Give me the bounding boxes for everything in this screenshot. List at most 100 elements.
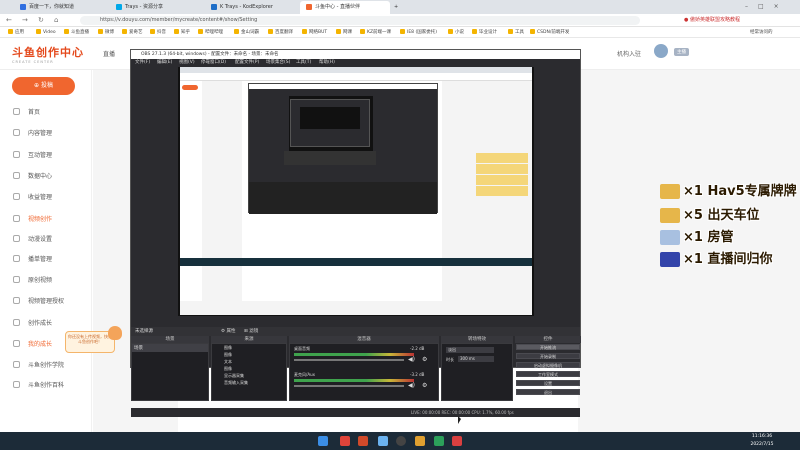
bookmark-fanyi[interactable]: 百度翻译 — [268, 27, 293, 38]
mixer-volume-slider[interactable] — [294, 359, 404, 361]
bookmark-weibo[interactable]: 微博 — [98, 27, 114, 38]
duration-label: 时长 — [446, 357, 454, 362]
sidebar-item[interactable]: 内容管理 — [28, 128, 52, 137]
new-tab-button[interactable]: + — [394, 1, 406, 14]
bookmark-douyu[interactable]: 斗鱼直播 — [64, 27, 89, 38]
logo-subtext: CREATE CENTER — [12, 60, 54, 64]
bookmark-novel[interactable]: 小说 — [448, 27, 464, 38]
app-icon[interactable] — [434, 436, 444, 446]
bookmark-bilibili[interactable]: 哔哩哔哩 — [198, 27, 223, 38]
app-icon[interactable] — [358, 436, 368, 446]
transition-select[interactable]: 淡出 — [446, 347, 494, 353]
folder-icon — [268, 29, 273, 34]
browser-tab-kodexplorer[interactable]: K Trays - KodExplorer — [205, 1, 293, 14]
scenes-list[interactable]: 场景 — [131, 343, 209, 401]
bookmark-video[interactable]: Video — [36, 27, 56, 38]
source-item[interactable]: 音频输入采集 — [212, 379, 286, 386]
obs-properties-button[interactable]: ⚙ 属性 — [221, 328, 235, 334]
bookmark-kz[interactable]: KZ前端一课 — [360, 27, 391, 38]
obs-menu-dock[interactable]: 停靠窗口(D) — [201, 59, 226, 67]
start-virtualcam-button[interactable]: 启动虚拟摄像机 — [516, 362, 580, 368]
bookmark-ie8[interactable]: IE8 (国家委托) — [400, 27, 437, 38]
mixer-volume-slider[interactable] — [294, 385, 404, 387]
source-item[interactable]: 图像 — [212, 365, 286, 372]
bookmark-csdn[interactable]: CSDN/前端开发 — [530, 27, 569, 38]
speaker-icon[interactable]: ◀) — [408, 356, 415, 363]
bookmark-frequent[interactable]: 经常访问的 — [750, 27, 773, 38]
taskbar-clock[interactable]: 11:16:36 2022/7/15 — [742, 433, 782, 449]
file-explorer-icon[interactable] — [415, 436, 425, 446]
browser-tab-douyu[interactable]: 斗鱼中心 - 直播伙伴 — [300, 1, 390, 14]
mixer-track-level: -2.2 dB — [410, 346, 425, 351]
url-input[interactable]: https://v.douyu.com/member/mycreate/cont… — [80, 16, 640, 25]
duration-input[interactable]: 300 ms — [458, 356, 494, 362]
bookmark-thesis[interactable]: 毕业设计 — [472, 27, 497, 38]
reload-icon[interactable]: ↻ — [38, 16, 44, 24]
sidebar-item[interactable]: 斗鱼创作百科 — [28, 380, 64, 389]
sidebar-item-icon — [13, 361, 20, 368]
browser-tab-trays[interactable]: Trays - 资源分享 — [110, 1, 198, 14]
forward-icon[interactable]: → — [22, 16, 28, 24]
sidebar-item[interactable]: 视频管理授权 — [28, 296, 64, 305]
source-item[interactable]: 图像 — [212, 344, 286, 351]
obs-menu-scene-collection[interactable]: 场景集合(S) — [266, 59, 290, 67]
upload-button[interactable]: ⊕ 投稿 — [12, 77, 75, 95]
bookmark-course[interactable]: 网课 — [336, 27, 352, 38]
bookmark-apps[interactable]: 应用 — [8, 27, 24, 38]
sidebar-item[interactable]: 首页 — [28, 107, 40, 116]
sidebar-item[interactable]: 数据中心 — [28, 171, 52, 180]
sources-list[interactable]: 图像 图像 文本 图像 显示器采集 音频输入采集 — [211, 343, 287, 401]
folder-icon — [8, 29, 13, 34]
home-icon[interactable]: ⌂ — [54, 16, 58, 24]
exit-button[interactable]: 退出 — [516, 389, 580, 395]
bookmark-net[interactable]: 网络BUT — [302, 27, 327, 38]
bookmark-zhihu[interactable]: 知乎 — [174, 27, 190, 38]
settings-button[interactable]: 设置 — [516, 380, 580, 386]
browser-tab-baidu[interactable]: 百度一下，你就知道 — [14, 1, 102, 14]
sidebar-item[interactable]: 收益管理 — [28, 192, 52, 201]
bookmark-douyin[interactable]: 抖音 — [150, 27, 166, 38]
sidebar-item[interactable]: 动漫设置 — [28, 234, 52, 243]
obs-menu-file[interactable]: 文件(F) — [135, 59, 150, 67]
obs-icon[interactable] — [396, 436, 406, 446]
sidebar-item[interactable]: 斗鱼创作学院 — [28, 360, 64, 369]
sidebar-item[interactable]: 视频创作 — [28, 214, 52, 223]
gear-icon[interactable]: ⚙ — [422, 382, 427, 389]
obs-filters-button[interactable]: ⊞ 滤镜 — [244, 328, 258, 334]
chrome-icon[interactable] — [378, 436, 388, 446]
obs-window[interactable]: OBS 27.1.3 (64-bit, windows) - 配置文件：未命名 … — [130, 49, 581, 417]
source-item[interactable]: 显示器采集 — [212, 372, 286, 379]
obs-menu-edit[interactable]: 编辑(E) — [157, 59, 172, 67]
bookmark-iqiyi[interactable]: 爱奇艺 — [122, 27, 143, 38]
sidebar-item[interactable]: 播单管理 — [28, 254, 52, 263]
app-icon[interactable] — [340, 436, 350, 446]
bookmark-tools[interactable]: 工具 — [508, 27, 524, 38]
sidebar-item[interactable]: 原创视频 — [28, 275, 52, 284]
obs-menu-profile[interactable]: 配置文件(P) — [235, 59, 259, 67]
speaker-icon[interactable]: ◀) — [408, 382, 415, 389]
avatar[interactable] — [654, 44, 668, 58]
app-icon[interactable] — [452, 436, 462, 446]
windows-start-icon[interactable] — [318, 436, 328, 446]
obs-menu-help[interactable]: 帮助(H) — [319, 59, 335, 67]
source-item[interactable]: 文本 — [212, 358, 286, 365]
sidebar-item[interactable]: 创作成长 — [28, 318, 52, 327]
obs-menu-view[interactable]: 视图(V) — [179, 59, 195, 67]
source-item[interactable]: 图像 — [212, 351, 286, 358]
start-recording-button[interactable]: 开始录制 — [516, 353, 580, 359]
obs-menu-tools[interactable]: 工具(T) — [296, 59, 311, 67]
scene-item[interactable]: 场景 — [132, 344, 208, 352]
sidebar-item[interactable]: 我的成长 — [28, 339, 52, 348]
studio-mode-button[interactable]: 工作室模式 — [516, 371, 580, 377]
mixer-track-name: 麦克风/Aux — [294, 372, 315, 377]
bookmark-iciba[interactable]: 金山词霸 — [234, 27, 259, 38]
back-icon[interactable]: ← — [6, 16, 12, 24]
search-suggestion[interactable]: ● 傲娇英雄联盟攻略教程 — [684, 16, 740, 23]
header-org-link[interactable]: 机构入驻 — [617, 49, 641, 58]
window-controls[interactable]: –□× — [745, 3, 789, 10]
gear-icon[interactable]: ⚙ — [422, 356, 427, 363]
start-streaming-button[interactable]: 开始推流 — [516, 344, 580, 350]
sidebar-item[interactable]: 互动管理 — [28, 150, 52, 159]
douyu-logo[interactable]: 斗鱼创作中心 CREATE CENTER — [12, 44, 92, 66]
header-nav-live[interactable]: 直播 — [103, 49, 115, 58]
